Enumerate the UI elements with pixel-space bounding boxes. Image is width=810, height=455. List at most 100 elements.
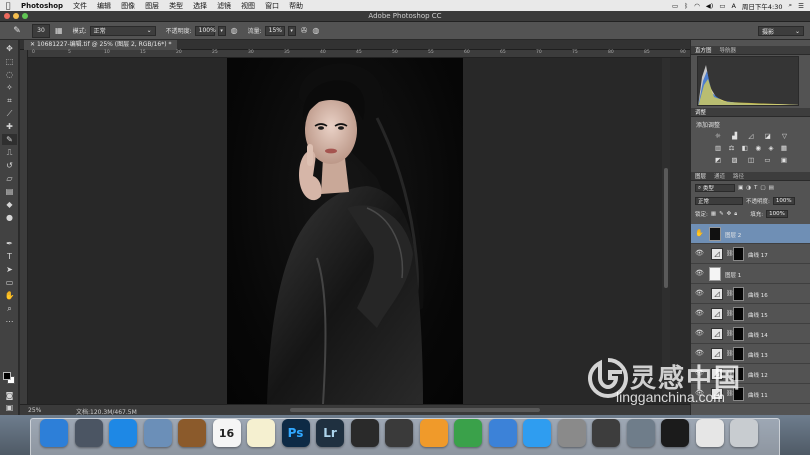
color-balance-icon[interactable]: ⚖ bbox=[729, 144, 735, 152]
layer-name[interactable]: 曲线 17 bbox=[748, 251, 768, 259]
qq-icon[interactable] bbox=[661, 419, 689, 447]
layer-row[interactable]: ✋ 图层 2 bbox=[691, 224, 810, 244]
tab-paths[interactable]: 路径 bbox=[729, 172, 748, 180]
opacity-field[interactable]: 100% bbox=[194, 25, 216, 36]
documents-folder-icon[interactable] bbox=[695, 419, 724, 447]
preview-icon[interactable] bbox=[143, 419, 172, 447]
pressure-size-icon[interactable]: ◍ bbox=[312, 26, 319, 35]
layer-row[interactable]: 👁︎ ◿ ⛓︎ 曲线 16 bbox=[691, 284, 810, 304]
selective-color-icon[interactable]: ▣ bbox=[781, 156, 787, 164]
vertical-scroll-thumb[interactable] bbox=[664, 168, 668, 288]
lock-image-icon[interactable]: ✎ bbox=[719, 211, 724, 217]
flow-field[interactable]: 15% bbox=[264, 25, 285, 36]
menu-image[interactable]: 图像 bbox=[116, 1, 140, 11]
layer-row[interactable]: 👁︎ ◿ ⛓︎ 曲线 17 bbox=[691, 244, 810, 264]
pages-icon[interactable] bbox=[419, 419, 448, 447]
filter-shape-icon[interactable]: ▢ bbox=[760, 185, 765, 191]
volume-icon[interactable]: ◀) bbox=[706, 2, 714, 10]
filter-adjustment-icon[interactable]: ◑ bbox=[746, 185, 751, 191]
input-method-icon[interactable]: A bbox=[731, 2, 735, 10]
trash-icon[interactable] bbox=[730, 419, 758, 447]
flow-dropdown-icon[interactable]: ▾ bbox=[287, 25, 296, 36]
final-cut-icon[interactable] bbox=[592, 419, 620, 447]
canvas-area[interactable] bbox=[28, 58, 662, 404]
app-dark-icon[interactable] bbox=[350, 419, 379, 447]
horizontal-ruler[interactable]: 0 5 10 15 20 25 30 35 40 45 50 55 60 65 70 75 80 85 90 bbox=[28, 50, 690, 58]
marquee-tool-icon[interactable]: ⬚ bbox=[2, 56, 17, 67]
tab-navigator[interactable]: 导航器 bbox=[716, 46, 741, 54]
threshold-icon[interactable]: ◫ bbox=[748, 156, 754, 164]
vibrance-icon[interactable]: ▽ bbox=[782, 132, 787, 140]
lock-position-icon[interactable]: ✥ bbox=[727, 211, 732, 217]
invert-icon[interactable]: ◩ bbox=[715, 156, 721, 164]
clone-stamp-tool-icon[interactable]: ⎍ bbox=[2, 147, 17, 158]
eraser-tool-icon[interactable]: ▱ bbox=[2, 173, 17, 184]
menu-select[interactable]: 选择 bbox=[188, 1, 212, 11]
battery-icon[interactable]: ▭ bbox=[719, 2, 725, 10]
document-image[interactable] bbox=[227, 58, 463, 404]
menu-filter[interactable]: 滤镜 bbox=[212, 1, 236, 11]
photo-booth-icon[interactable] bbox=[385, 419, 413, 447]
menu-view[interactable]: 视图 bbox=[236, 1, 260, 11]
menu-window[interactable]: 窗口 bbox=[260, 1, 284, 11]
hand-tool-icon[interactable]: ✋ bbox=[2, 290, 17, 301]
workspace-select[interactable]: 摄影 ⌄ bbox=[758, 26, 804, 36]
app-store-icon[interactable] bbox=[523, 419, 551, 447]
layer-mask-thumbnail[interactable] bbox=[733, 307, 744, 321]
color-lookup-icon[interactable]: ▦ bbox=[781, 144, 787, 152]
levels-icon[interactable]: ▟ bbox=[732, 132, 737, 140]
keynote-icon[interactable] bbox=[488, 419, 517, 447]
layer-name[interactable]: 图层 1 bbox=[725, 271, 741, 279]
tab-adjustments[interactable]: 调整 bbox=[691, 108, 710, 116]
filter-type-icon[interactable]: T bbox=[754, 185, 757, 191]
dodge-tool-icon[interactable]: ● bbox=[2, 212, 17, 223]
vertical-ruler[interactable] bbox=[20, 50, 28, 404]
history-brush-tool-icon[interactable]: ↺ bbox=[2, 160, 17, 171]
layer-name[interactable]: 曲线 16 bbox=[748, 291, 768, 299]
search-icon[interactable]: ⌕ bbox=[789, 1, 793, 10]
eye-icon[interactable]: 👁︎ bbox=[695, 290, 704, 297]
layer-mask-thumbnail[interactable] bbox=[733, 247, 744, 261]
layer-mask-thumbnail[interactable] bbox=[733, 287, 744, 301]
brush-preset-picker[interactable]: 30 bbox=[32, 23, 50, 38]
type-tool-icon[interactable]: T bbox=[2, 251, 17, 262]
numbers-icon[interactable] bbox=[454, 419, 482, 447]
finder-icon[interactable] bbox=[40, 419, 68, 447]
bluetooth-icon[interactable]: ᛒ bbox=[684, 2, 688, 10]
tool-preset-icon[interactable]: ✎ bbox=[6, 24, 28, 38]
move-tool-icon[interactable]: ✥ bbox=[2, 43, 17, 54]
fill-field[interactable]: 100% bbox=[766, 210, 788, 218]
eye-icon[interactable]: 👁︎ bbox=[695, 270, 704, 277]
lock-all-icon[interactable]: 🔒︎ bbox=[734, 211, 737, 218]
layer-kind-select[interactable]: ⌕ 类型 bbox=[695, 184, 735, 192]
lightroom-icon[interactable]: Lr bbox=[316, 419, 344, 447]
healing-brush-tool-icon[interactable]: ✚ bbox=[2, 121, 17, 132]
layer-name[interactable]: 图层 2 bbox=[725, 231, 741, 239]
filter-smart-icon[interactable]: ▤ bbox=[769, 185, 774, 191]
layer-name[interactable]: 曲线 14 bbox=[748, 331, 768, 339]
quick-select-tool-icon[interactable]: ✧ bbox=[2, 82, 17, 93]
zoom-level[interactable]: 25% bbox=[28, 407, 41, 414]
gradient-tool-icon[interactable]: ▤ bbox=[2, 186, 17, 197]
eye-icon[interactable]: 👁︎ bbox=[695, 330, 704, 337]
menu-help[interactable]: 帮助 bbox=[284, 1, 308, 11]
hue-saturation-icon[interactable]: ▥ bbox=[715, 144, 721, 152]
zoom-tool-icon[interactable]: ⌕ bbox=[2, 303, 17, 314]
layer-row[interactable]: 👁︎ ◿ ⛓︎ 曲线 14 bbox=[691, 324, 810, 344]
layer-name[interactable]: 曲线 15 bbox=[748, 311, 768, 319]
menu-file[interactable]: 文件 bbox=[68, 1, 92, 11]
gradient-map-icon[interactable]: ▭ bbox=[764, 156, 770, 164]
display-icon[interactable]: ▭ bbox=[672, 2, 678, 10]
eye-icon[interactable]: 👁︎ bbox=[695, 310, 704, 317]
notification-icon[interactable]: ☰ bbox=[798, 2, 804, 10]
opacity-dropdown-icon[interactable]: ▾ bbox=[217, 25, 226, 36]
photos-app-icon[interactable] bbox=[626, 419, 655, 447]
crop-tool-icon[interactable]: ⌗ bbox=[2, 95, 17, 106]
curves-icon[interactable]: ◿ bbox=[748, 132, 753, 140]
screen-mode-icon[interactable]: ▣ bbox=[2, 402, 17, 413]
launchpad-icon[interactable] bbox=[74, 419, 103, 447]
pen-tool-icon[interactable]: ✒ bbox=[2, 238, 17, 249]
more-tools-icon[interactable]: ⋯ bbox=[2, 316, 17, 327]
wifi-icon[interactable]: ◠ bbox=[694, 2, 700, 10]
black-white-icon[interactable]: ◧ bbox=[742, 144, 748, 152]
